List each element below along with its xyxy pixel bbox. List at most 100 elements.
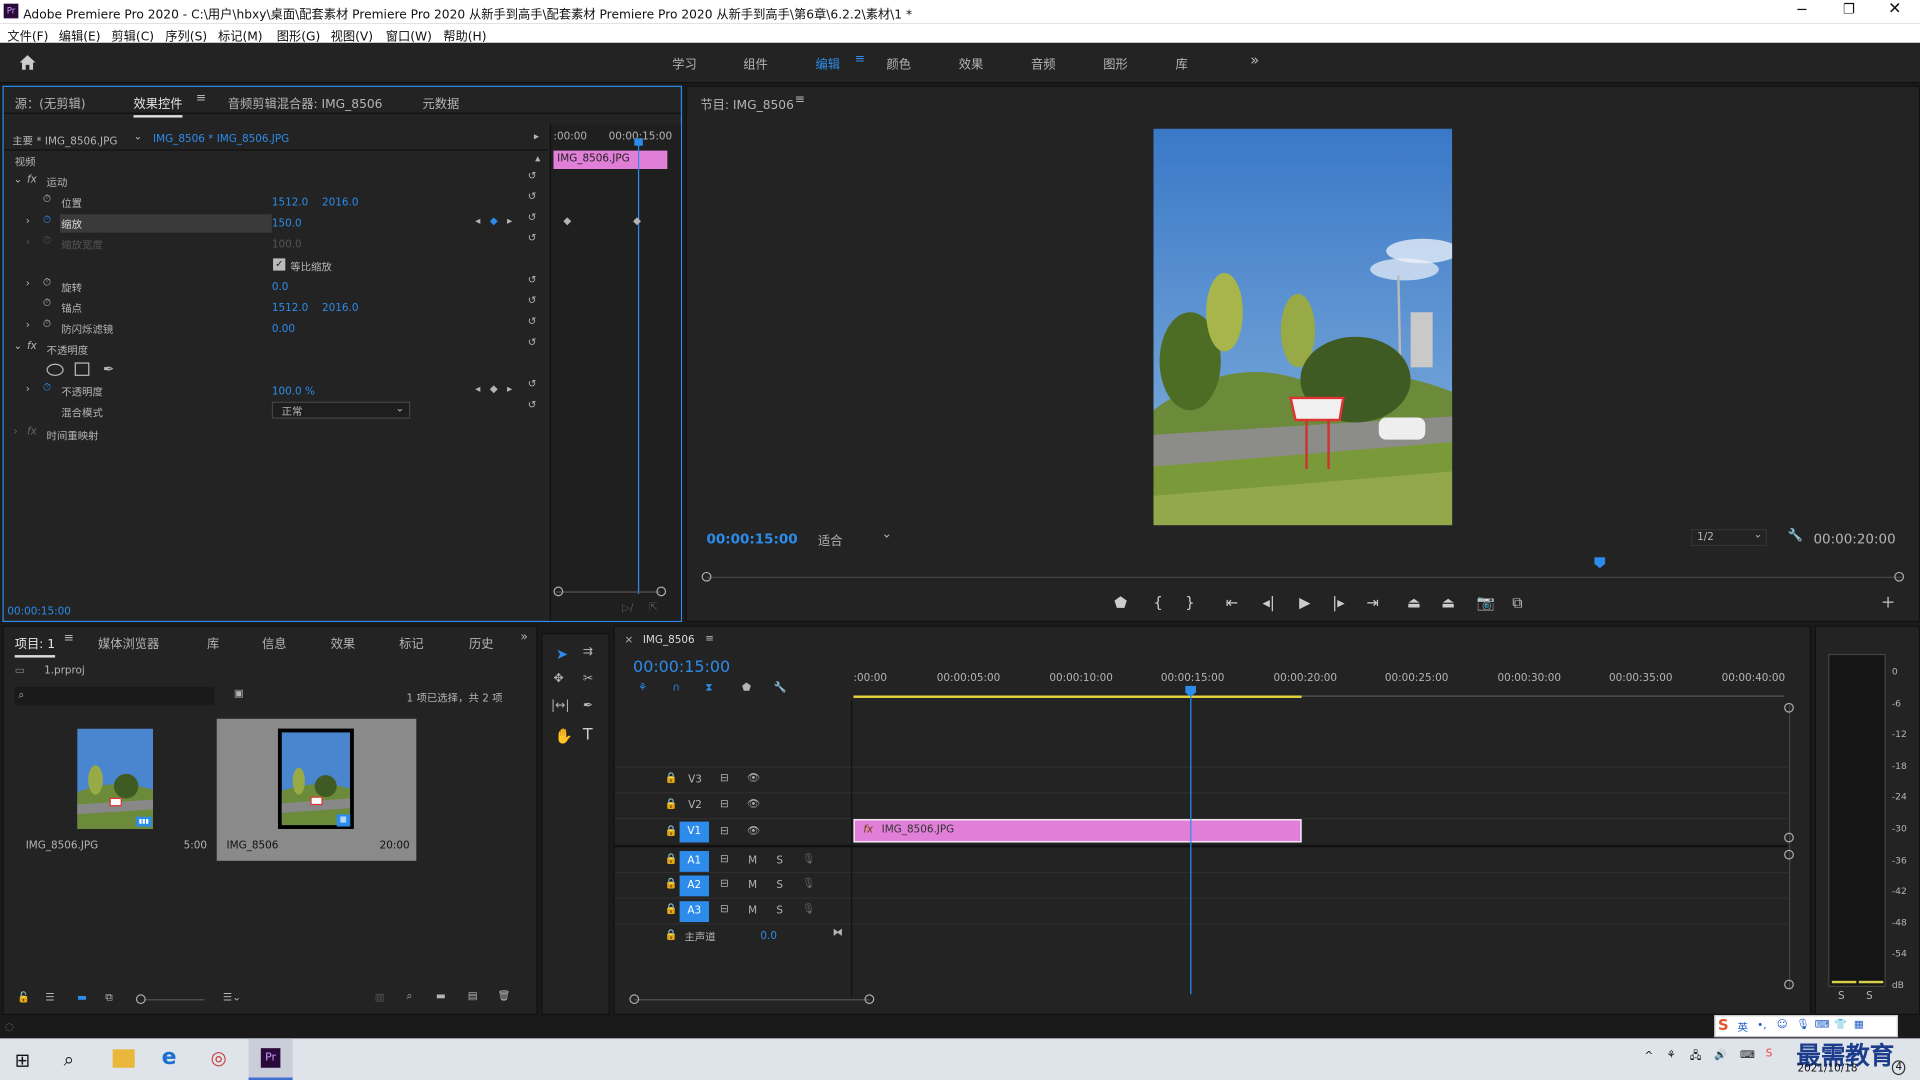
program-scrub-bar[interactable] [706,576,1902,578]
lock-track-icon[interactable]: 🔒 [665,929,678,941]
step-forward-icon[interactable]: |▸ [1332,594,1344,611]
export-icon[interactable]: ⇱ [649,601,658,613]
stopwatch-icon[interactable]: ⏱ [43,277,51,289]
position-y-value[interactable]: 2016.0 [322,197,358,209]
reset-icon[interactable]: ↺ [528,212,543,233]
selection-tool-icon[interactable]: ➤ [556,645,568,662]
razor-tool-icon[interactable]: ✂ [583,672,593,685]
go-to-in-icon[interactable]: ⇤ [1226,594,1238,611]
home-icon[interactable] [18,54,36,71]
linked-selection-icon[interactable]: ⧗ [705,682,712,694]
reset-icon[interactable]: ↺ [528,399,543,420]
menu-view[interactable]: 视图(V) [331,26,373,44]
add-button-icon[interactable]: + [1881,593,1895,613]
mini-playhead-handle[interactable] [634,138,643,146]
search-input[interactable]: ⌕ [14,686,215,706]
close-button[interactable]: ✕ [1888,0,1901,18]
scroll-handle[interactable] [1784,832,1794,843]
close-sequence-icon[interactable]: × [624,634,633,646]
program-timecode[interactable]: 00:00:15:00 [707,531,798,547]
sogou-tray-icon[interactable]: S [1766,1048,1773,1060]
fx-icon[interactable]: fx [27,340,37,352]
reset-icon[interactable]: ↺ [528,274,543,295]
meter-solo-right[interactable]: S [1866,991,1873,1003]
maximize-button[interactable]: ❐ [1843,1,1855,17]
extract-icon[interactable]: ⏏ [1441,594,1455,611]
ime-clothes-icon[interactable]: 👕 [1834,1019,1847,1031]
expand-time-remap-icon[interactable]: › [13,426,17,438]
app-icon[interactable]: ◎ [211,1047,227,1069]
chevron-down-icon[interactable]: ⌄ [133,131,142,143]
resolution-select[interactable]: 1/2 ⌄ [1691,528,1767,547]
hscroll-handle[interactable] [864,994,875,1005]
ripple-edit-tool-icon[interactable]: ✥ [553,672,563,685]
ime-mic-icon[interactable]: 🎙 [1796,1019,1809,1031]
menu-graphics[interactable]: 图形(G) [277,26,321,44]
mute-button[interactable]: M [748,905,757,917]
reset-icon[interactable]: ↺ [528,233,543,254]
position-x-value[interactable]: 1512.0 [272,197,308,209]
notification-badge[interactable]: 4 [1891,1060,1906,1076]
mic-icon[interactable]: 🎙 [802,878,815,890]
new-item-icon[interactable]: ▤ [468,991,478,1003]
go-to-end-icon[interactable]: ⧓ [833,927,843,939]
play-icon[interactable]: ▶ [1299,594,1310,611]
volume-icon[interactable]: 🔊 [1714,1049,1727,1061]
filter-icon[interactable]: ▷/ [622,602,634,614]
tab-source[interactable]: 源：(无剪辑) [15,93,86,111]
eye-icon[interactable]: 👁 [747,825,760,837]
ws-overflow-icon[interactable]: » [1250,51,1259,68]
track-target-a1[interactable]: A1 [679,851,709,872]
tab-audio-mixer[interactable]: 音频剪辑混合器: IMG_8506 [228,93,383,111]
mini-playhead[interactable] [637,143,640,594]
panel-menu-icon[interactable]: ≡ [795,93,805,106]
prev-keyframe-icon[interactable]: ◂ [475,216,480,228]
sync-lock-icon[interactable]: ⊟ [720,773,729,785]
sync-lock-icon[interactable]: ⊟ [720,904,729,916]
reset-icon[interactable]: ↺ [528,337,543,358]
anchor-y-value[interactable]: 2016.0 [322,302,358,314]
icon-view-icon[interactable]: ▬ [77,992,87,1004]
premiere-taskbar-button[interactable]: Pr [248,1038,293,1080]
zoom-handle[interactable] [656,586,667,597]
freeform-view-icon[interactable]: ⧉ [105,992,112,1004]
solo-button[interactable]: S [776,879,783,891]
menu-help[interactable]: 帮助(H) [443,26,486,44]
time-ruler[interactable]: :00:00 00:00:05:00 00:00:10:00 00:00:15:… [853,664,1789,701]
tray-app-icon[interactable]: ⚘ [1667,1049,1676,1061]
ws-assembly[interactable]: 组件 [743,54,767,72]
stopwatch-icon[interactable]: ⏱ [43,298,51,310]
mic-icon[interactable]: 🎙 [802,904,815,916]
sort-icon[interactable]: ☰⌄ [223,992,241,1004]
rotation-value[interactable]: 0.0 [272,282,289,294]
zoom-handle[interactable] [553,586,564,597]
automate-icon[interactable]: ▥ [375,992,385,1004]
mini-clip-bar[interactable]: IMG_8506.JPG [553,150,668,169]
tab-project[interactable]: 项目: 1 [14,633,56,658]
ime-lang[interactable]: 英 [1738,1020,1748,1034]
eye-icon[interactable]: 👁 [747,773,760,785]
expand-motion-icon[interactable]: ⌄ [13,174,22,186]
meter-solo-left[interactable]: S [1838,991,1845,1003]
tab-menu-icon[interactable]: ≡ [196,92,206,105]
tab-metadata[interactable]: 元数据 [422,93,459,111]
expand-rotation-icon[interactable]: › [26,278,30,290]
ws-color[interactable]: 颜色 [887,54,911,72]
search-icon[interactable]: ⌕ [64,1048,74,1070]
expand-flicker-icon[interactable]: › [26,320,30,332]
list-view-icon[interactable]: ☰ [45,992,54,1004]
type-tool-icon[interactable]: T [583,726,593,744]
expand-scale-icon[interactable]: › [26,216,30,228]
stopwatch-active-icon[interactable]: ⏱ [43,214,51,226]
tab-info[interactable]: 信息 [262,633,286,651]
flicker-value[interactable]: 0.00 [272,323,295,335]
mini-timeline[interactable]: :00:00 00:00:15:00 IMG_8506.JPG ◆ ◆ ▷/ ⇱ [549,123,681,621]
program-playhead[interactable] [1594,557,1606,569]
zoom-slider-handle[interactable] [135,994,146,1005]
ime-grid-icon[interactable]: ▦ [1854,1019,1864,1031]
tab-history[interactable]: 历史 [469,633,493,651]
snap-icon[interactable]: ∩ [672,682,680,694]
hand-tool-icon[interactable]: ✋ [555,727,573,744]
add-keyframe-icon[interactable]: ◆ [490,216,498,228]
sogou-ime-icon[interactable]: S [1718,1016,1729,1033]
